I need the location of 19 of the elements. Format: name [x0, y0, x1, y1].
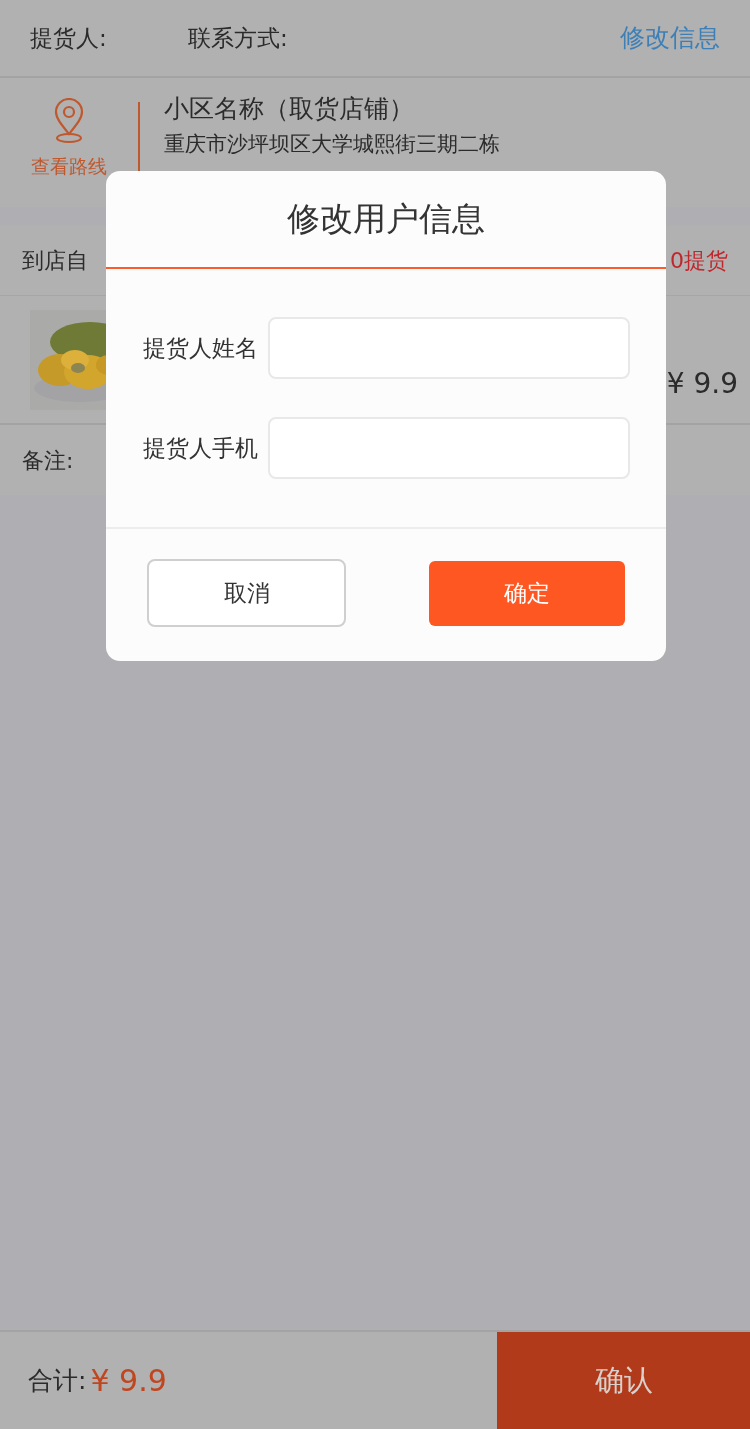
- total-amount: ¥ 9.9: [90, 1362, 167, 1400]
- ok-button[interactable]: 确定: [429, 560, 625, 626]
- contact-label: 联系方式:: [188, 23, 288, 53]
- remark-label: 备注:: [22, 446, 74, 475]
- pickup-label: 提货人:: [30, 23, 108, 53]
- location-pin-icon[interactable]: [53, 98, 85, 144]
- pickup-time: 0提货: [670, 247, 728, 275]
- field-label: 提货人手机: [142, 433, 259, 463]
- store-address: 重庆市沙坪坝区大学城熙街三期二栋: [164, 132, 500, 158]
- dialog-title: 修改用户信息: [106, 171, 666, 269]
- field-label: 提货人姓名: [142, 333, 259, 363]
- pickup-mode: 到店自: [22, 247, 88, 275]
- confirm-button[interactable]: 确认: [497, 1332, 750, 1429]
- store-name: 小区名称（取货店铺）: [164, 94, 415, 124]
- total-label: 合计:: [27, 1364, 87, 1397]
- edit-info-link[interactable]: 修改信息: [620, 19, 720, 57]
- cancel-button[interactable]: 取消: [147, 559, 346, 627]
- product-price: ¥ 9.9: [666, 365, 738, 402]
- view-route-link[interactable]: 查看路线: [31, 152, 107, 181]
